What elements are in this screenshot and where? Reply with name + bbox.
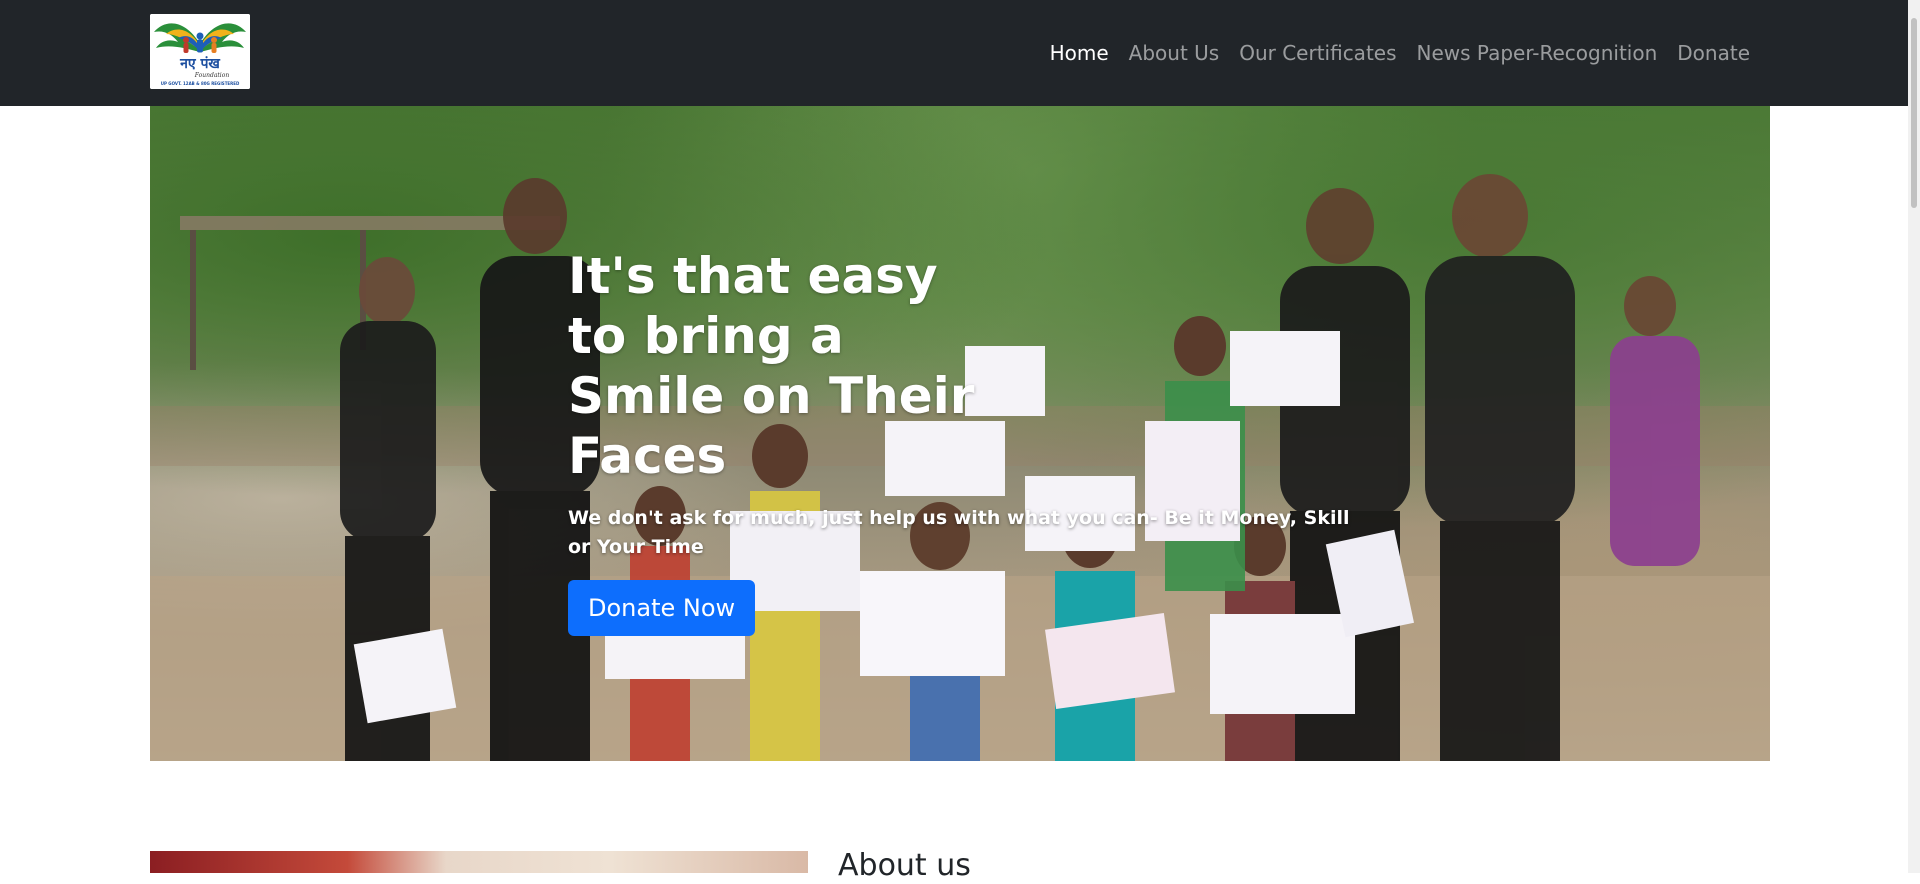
hero-section: It's that easy to bring a Smile on Their… [150, 106, 1770, 761]
nav-link-our-certificates[interactable]: Our Certificates [1229, 41, 1406, 65]
nav-links: Home About Us Our Certificates News Pape… [1040, 0, 1760, 106]
donate-now-button[interactable]: Donate Now [568, 580, 756, 636]
logo-text: नए पंख [179, 56, 220, 72]
nav-link-about-us[interactable]: About Us [1119, 41, 1230, 65]
about-image [150, 851, 808, 873]
logo-caption: UP GOVT. 12AB & 80G REGISTERED [161, 81, 240, 86]
nav-link-home[interactable]: Home [1040, 41, 1119, 65]
page-scrollbar[interactable] [1908, 0, 1920, 873]
hero-content: It's that easy to bring a Smile on Their… [568, 246, 1368, 636]
scrollbar-thumb[interactable] [1911, 18, 1917, 208]
brand-logo[interactable]: नए पंख Foundation UP GOVT. 12AB & 80G RE… [150, 14, 250, 89]
about-heading: About us [838, 848, 971, 883]
logo-image: नए पंख Foundation UP GOVT. 12AB & 80G RE… [150, 14, 250, 89]
hero-subtitle: We don't ask for much, just help us with… [568, 507, 1350, 558]
nav-link-news-paper-recognition[interactable]: News Paper-Recognition [1407, 41, 1668, 65]
nav-link-donate[interactable]: Donate [1667, 41, 1760, 65]
hero-title: It's that easy to bring a Smile on Their… [568, 247, 975, 485]
logo-subtext: Foundation [194, 72, 230, 79]
navbar: नए पंख Foundation UP GOVT. 12AB & 80G RE… [0, 0, 1920, 106]
